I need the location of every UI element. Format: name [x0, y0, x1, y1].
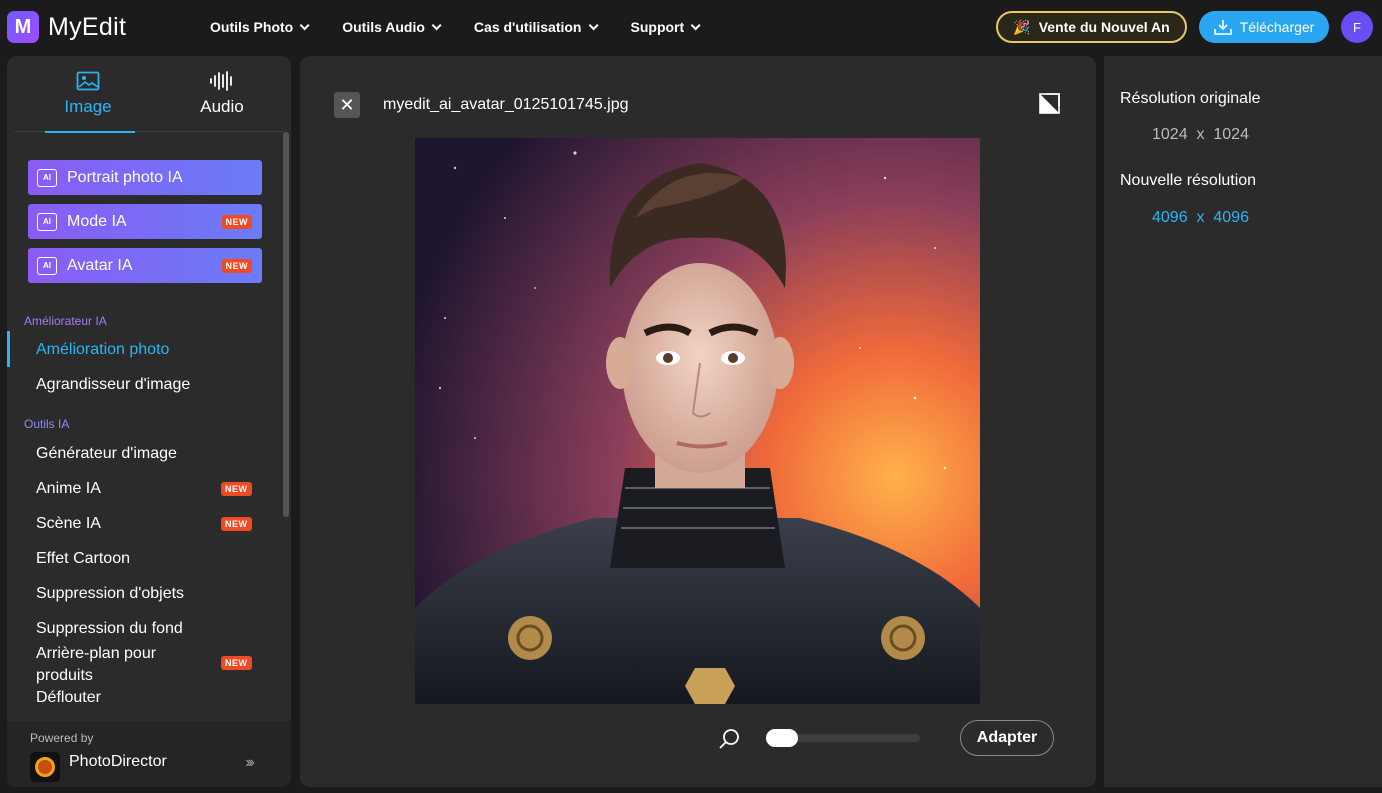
file-name: myedit_ai_avatar_0125101745.jpg [383, 96, 629, 113]
zoom-icon [719, 729, 739, 749]
ai-sparkle-icon: AI [37, 168, 57, 187]
ai-sparkle-icon: AI [37, 212, 57, 231]
new-badge: NEW [221, 482, 252, 496]
avatar-ia-label: Avatar IA [67, 256, 133, 274]
tab-audio[interactable]: Audio [155, 56, 289, 132]
powered-by-label: Powered by [30, 731, 94, 745]
zoom-slider[interactable] [766, 729, 920, 747]
menu-deflouter[interactable]: Déflouter [36, 689, 101, 707]
powered-by-footer[interactable]: Powered by PhotoDirector ››› [7, 721, 291, 787]
download-button[interactable]: Télécharger [1199, 11, 1329, 43]
portrait-ia-label: Portrait photo IA [67, 168, 183, 186]
nav-support-label: Support [630, 19, 685, 35]
ai-sparkle-icon: AI [37, 256, 57, 275]
tools-sidebar: Image Audio AI Portrait photo IA AI Mode… [7, 56, 291, 787]
menu-arriere-plan-produits[interactable]: Arrière-plan pour produits [36, 643, 186, 687]
myedit-logo-mark: M [7, 11, 39, 43]
mode-ia-label: Mode IA [67, 212, 127, 230]
image-icon [76, 71, 100, 91]
avatar-image [415, 138, 980, 704]
myedit-logo[interactable]: M MyEdit [7, 11, 126, 43]
mode-ia-button[interactable]: AI Mode IA NEW [28, 204, 262, 239]
nav-outils-audio[interactable]: Outils Audio [342, 19, 442, 35]
nav-support[interactable]: Support [630, 19, 701, 35]
download-label: Télécharger [1239, 19, 1315, 35]
nav-outils-audio-label: Outils Audio [342, 19, 425, 35]
menu-agrandisseur-image[interactable]: Agrandisseur d'image [36, 376, 190, 394]
menu-suppression-fond[interactable]: Suppression du fond [36, 620, 183, 638]
compare-icon[interactable] [1038, 92, 1062, 116]
new-badge: NEW [221, 656, 252, 670]
party-popper-icon: 🎉 [1013, 18, 1031, 35]
chevron-down-icon [431, 19, 442, 30]
close-button[interactable]: ✕ [334, 92, 360, 118]
chevrons-right-icon: ››› [245, 754, 255, 771]
tab-image[interactable]: Image [21, 56, 155, 133]
menu-suppression-objets[interactable]: Suppression d'objets [36, 585, 184, 603]
chevron-down-icon [588, 19, 599, 30]
close-icon: ✕ [339, 94, 355, 115]
fit-button[interactable]: Adapter [960, 720, 1054, 756]
new-resolution-value: 4096 x 4096 [1152, 209, 1249, 226]
active-indicator [7, 331, 10, 367]
chevron-down-icon [690, 19, 701, 30]
download-icon [1213, 20, 1232, 35]
nav-cas-utilisation[interactable]: Cas d'utilisation [473, 19, 599, 35]
myedit-logo-text: MyEdit [48, 12, 127, 41]
menu-effet-cartoon[interactable]: Effet Cartoon [36, 550, 130, 568]
nav-cas-utilisation-label: Cas d'utilisation [473, 19, 582, 35]
sale-label: Vente du Nouvel An [1038, 19, 1170, 35]
original-resolution-value: 1024 x 1024 [1152, 126, 1249, 143]
new-badge: NEW [221, 214, 252, 229]
tab-image-label: Image [64, 97, 112, 116]
audio-waveform-icon [210, 71, 232, 91]
user-avatar[interactable]: F [1341, 11, 1373, 43]
sidebar-scrollbar[interactable] [283, 132, 289, 517]
avatar-photo [415, 138, 980, 704]
new-badge: NEW [221, 258, 252, 273]
original-resolution-label: Résolution originale [1120, 90, 1261, 107]
nav-outils-photo-label: Outils Photo [210, 19, 294, 35]
editor-panel: ✕ myedit_ai_avatar_0125101745.jpg Adapte… [300, 56, 1096, 787]
new-year-sale-button[interactable]: 🎉 Vente du Nouvel An [996, 11, 1187, 43]
menu-generateur-image[interactable]: Générateur d'image [36, 445, 177, 463]
media-tabs: Image Audio [14, 56, 284, 133]
main-nav: Outils Photo Outils Audio Cas d'utilisat… [210, 0, 733, 54]
menu-anime-ia[interactable]: Anime IA [36, 480, 101, 498]
section-outils-ia: Outils IA [24, 417, 70, 431]
new-resolution-label: Nouvelle résolution [1120, 172, 1257, 189]
top-bar: M MyEdit Outils Photo Outils Audio Cas d… [0, 0, 1382, 54]
section-ameliorateur-ia: Améliorateur IA [24, 314, 107, 328]
avatar-ia-button[interactable]: AI Avatar IA NEW [28, 248, 262, 283]
resolution-panel: Résolution originale 1024 x 1024 Nouvell… [1104, 56, 1382, 787]
photodirector-logo-icon [30, 752, 60, 782]
photodirector-name: PhotoDirector [69, 753, 167, 770]
chevron-down-icon [299, 19, 310, 30]
menu-amelioration-photo[interactable]: Amélioration photo [36, 341, 169, 359]
portrait-ia-button[interactable]: AI Portrait photo IA [28, 160, 262, 195]
tab-audio-label: Audio [200, 97, 244, 116]
new-badge: NEW [221, 517, 252, 531]
zoom-slider-thumb[interactable] [766, 729, 798, 747]
nav-outils-photo[interactable]: Outils Photo [210, 19, 310, 35]
menu-scene-ia[interactable]: Scène IA [36, 515, 101, 533]
